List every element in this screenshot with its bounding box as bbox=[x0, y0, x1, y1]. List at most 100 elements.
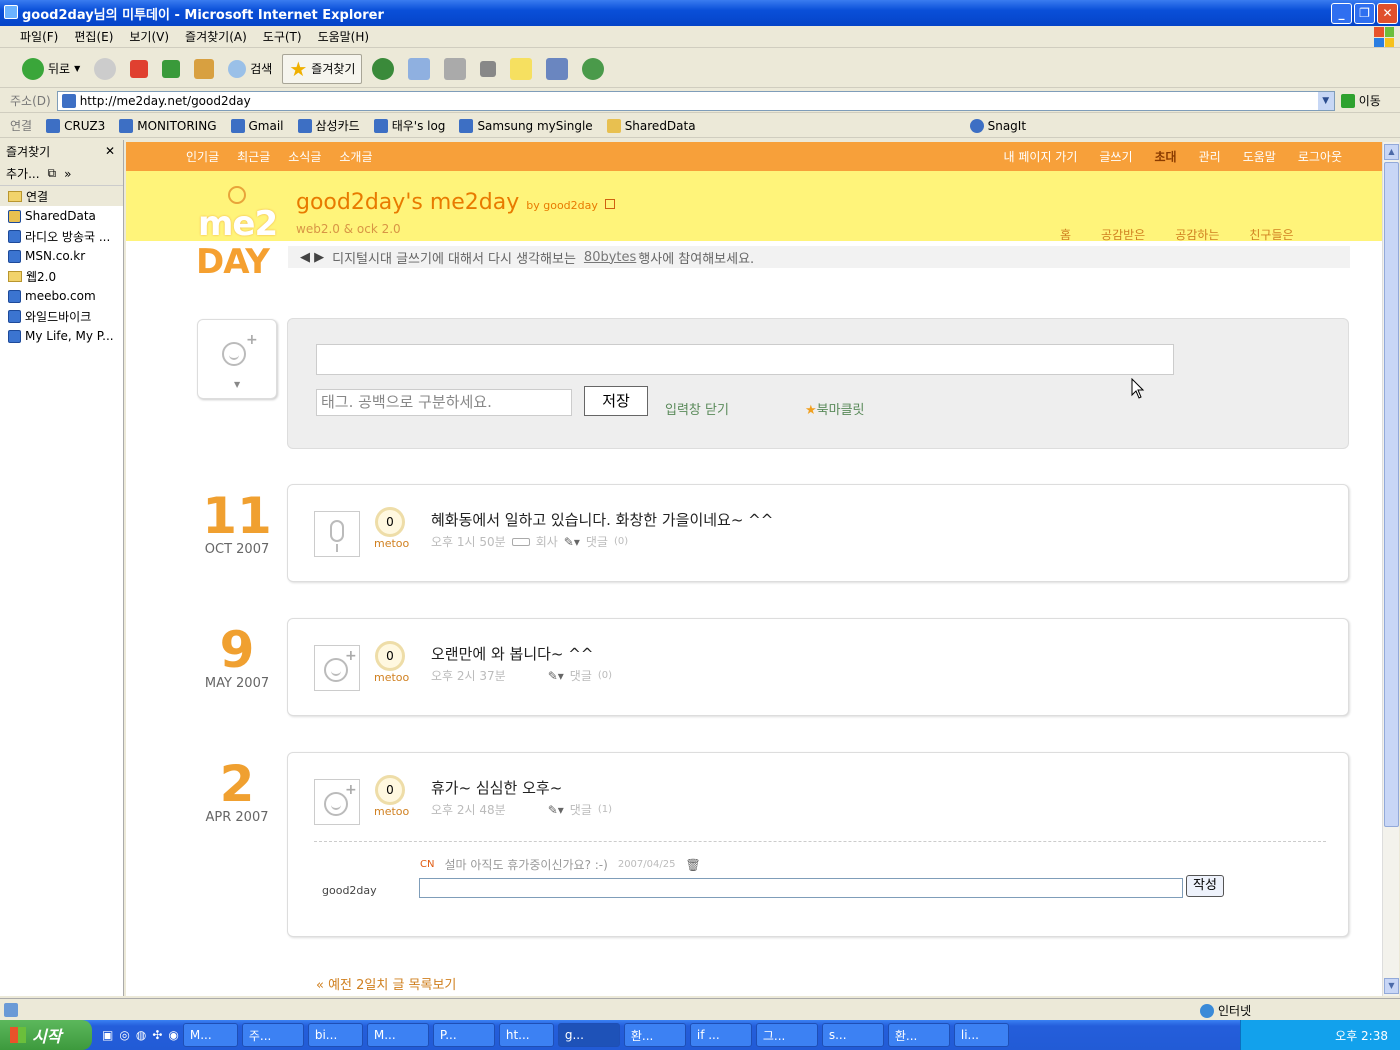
nav-popular[interactable]: 인기글 bbox=[186, 148, 219, 165]
prev-next-arrows-icon[interactable]: ◀ ▶ bbox=[300, 250, 324, 265]
nav-help[interactable]: 도움말 bbox=[1243, 148, 1276, 165]
comments-link[interactable]: 댓글 bbox=[570, 667, 592, 684]
menu-view[interactable]: 보기(V) bbox=[129, 28, 169, 45]
link-item[interactable]: Samsung mySingle bbox=[459, 118, 593, 133]
nav-my-page[interactable]: 내 페이지 가기 bbox=[1004, 148, 1078, 165]
favorite-item[interactable]: 연결 bbox=[0, 186, 123, 206]
quicklaunch-icon[interactable]: ◎ bbox=[119, 1028, 129, 1042]
taskbar-item[interactable]: 환... bbox=[887, 1023, 950, 1047]
favorite-item[interactable]: My Life, My P... bbox=[0, 326, 123, 346]
menu-tools[interactable]: 도구(T) bbox=[263, 28, 302, 45]
subnav-received[interactable]: 공감받은 bbox=[1101, 226, 1145, 243]
add-favorite-button[interactable]: 추가... bbox=[6, 165, 40, 182]
scroll-thumb[interactable] bbox=[1384, 162, 1399, 827]
favorite-item[interactable]: 웹2.0 bbox=[0, 266, 123, 286]
nav-manage[interactable]: 관리 bbox=[1199, 148, 1221, 165]
link-item[interactable]: MONITORING bbox=[119, 118, 217, 133]
taskbar-item[interactable]: g... bbox=[557, 1023, 620, 1047]
feed-icon[interactable] bbox=[604, 199, 615, 209]
quicklaunch-icon[interactable]: ◉ bbox=[168, 1028, 178, 1042]
quicklaunch-icon[interactable]: ✣ bbox=[152, 1028, 162, 1042]
older-posts-link[interactable]: « 예전 2일치 글 목록보기 bbox=[316, 974, 456, 993]
link-item[interactable]: CRUZ3 bbox=[46, 118, 105, 133]
taskbar-item[interactable]: li... bbox=[953, 1023, 1009, 1047]
favorite-item[interactable]: 와일드바이크 bbox=[0, 306, 123, 326]
snagit-button[interactable]: SnagIt bbox=[969, 118, 1026, 133]
search-button[interactable]: 검색 bbox=[224, 54, 276, 84]
back-button[interactable]: 뒤로 ▼ bbox=[18, 54, 84, 84]
menu-edit[interactable]: 편집(E) bbox=[74, 28, 113, 45]
notice-link[interactable]: 80bytes bbox=[584, 250, 636, 265]
messenger-button[interactable] bbox=[578, 54, 608, 84]
nav-write[interactable]: 글쓰기 bbox=[1099, 148, 1132, 165]
scroll-up-icon[interactable]: ▲ bbox=[1384, 144, 1399, 160]
comment-author[interactable]: CN bbox=[420, 859, 434, 870]
history-button[interactable] bbox=[368, 54, 398, 84]
close-button[interactable]: ✕ bbox=[1377, 3, 1398, 24]
start-button[interactable]: 시작 bbox=[0, 1020, 92, 1050]
nav-logout[interactable]: 로그아웃 bbox=[1298, 148, 1342, 165]
stop-button[interactable] bbox=[126, 54, 152, 84]
bookmarklet-link[interactable]: ★북마클릿 bbox=[805, 399, 865, 418]
vertical-scrollbar[interactable]: ▲ ▼ bbox=[1382, 142, 1399, 996]
minimize-button[interactable]: _ bbox=[1331, 3, 1352, 24]
trash-icon[interactable]: 🗑 bbox=[685, 858, 700, 872]
home-button[interactable] bbox=[190, 54, 218, 84]
subnav-friends[interactable]: 친구들은 bbox=[1249, 226, 1293, 243]
tag-input[interactable]: 태그. 공백으로 구분하세요. bbox=[316, 389, 572, 416]
nav-intro[interactable]: 소개글 bbox=[339, 148, 372, 165]
taskbar-item[interactable]: 환... bbox=[623, 1023, 686, 1047]
refresh-button[interactable] bbox=[158, 54, 184, 84]
taskbar-item[interactable]: if ... bbox=[689, 1023, 752, 1047]
subnav-home[interactable]: 홈 bbox=[1060, 226, 1071, 243]
organize-icon[interactable]: ⧉ bbox=[48, 166, 57, 181]
save-button[interactable]: 저장 bbox=[584, 386, 648, 416]
menu-help[interactable]: 도움말(H) bbox=[318, 28, 370, 45]
comments-link[interactable]: 댓글 bbox=[570, 801, 592, 818]
taskbar-item[interactable]: 주... bbox=[241, 1023, 304, 1047]
metoo-button[interactable]: 0 metoo bbox=[374, 507, 409, 557]
close-pane-icon[interactable]: ✕ bbox=[105, 144, 115, 158]
taskbar-item[interactable]: P... bbox=[432, 1023, 495, 1047]
print-button[interactable] bbox=[440, 54, 470, 84]
metoo-button[interactable]: 0 metoo bbox=[374, 775, 409, 825]
favorites-button[interactable]: ★ 즐겨찾기 bbox=[282, 53, 363, 84]
metoo-button[interactable]: 0 metoo bbox=[374, 641, 409, 691]
nav-recent[interactable]: 최근글 bbox=[237, 148, 270, 165]
taskbar-item[interactable]: M... bbox=[366, 1023, 429, 1047]
comment-input[interactable] bbox=[419, 878, 1183, 898]
site-owner[interactable]: by good2day bbox=[526, 199, 598, 212]
menu-favorites[interactable]: 즐겨찾기(A) bbox=[185, 28, 247, 45]
edit-button[interactable] bbox=[476, 54, 500, 84]
scroll-down-icon[interactable]: ▼ bbox=[1384, 978, 1399, 994]
link-item[interactable]: 삼성카드 bbox=[297, 117, 360, 134]
post-input[interactable] bbox=[316, 344, 1174, 375]
link-item[interactable]: 태우's log bbox=[373, 117, 445, 134]
link-item[interactable]: Gmail bbox=[230, 118, 284, 133]
research-button[interactable] bbox=[542, 54, 572, 84]
favorite-item[interactable]: meebo.com bbox=[0, 286, 123, 306]
taskbar-item[interactable]: bi... bbox=[307, 1023, 363, 1047]
taskbar-item[interactable]: 그... bbox=[755, 1023, 818, 1047]
quicklaunch-icon[interactable]: ▣ bbox=[102, 1028, 113, 1042]
taskbar-item[interactable]: s... bbox=[821, 1023, 884, 1047]
quicklaunch-icon[interactable]: ◍ bbox=[136, 1028, 146, 1042]
restore-button[interactable]: ❐ bbox=[1354, 3, 1375, 24]
mail-button[interactable] bbox=[404, 54, 434, 84]
clock[interactable]: 오후 2:38 bbox=[1335, 1027, 1388, 1044]
close-input-link[interactable]: 입력창 닫기 bbox=[665, 399, 729, 418]
menu-file[interactable]: 파일(F) bbox=[20, 28, 58, 45]
taskbar-item[interactable]: M... bbox=[182, 1023, 238, 1047]
nav-invite[interactable]: 초대 bbox=[1155, 148, 1177, 165]
favorite-item[interactable]: MSN.co.kr bbox=[0, 246, 123, 266]
address-dropdown-icon[interactable]: ▼ bbox=[1317, 91, 1334, 110]
more-icon[interactable]: » bbox=[64, 167, 71, 181]
comments-link[interactable]: 댓글 bbox=[586, 533, 608, 550]
address-input[interactable]: http://me2day.net/good2day ▼ bbox=[56, 90, 1335, 111]
favorite-item[interactable]: SharedData bbox=[0, 206, 123, 226]
notes-button[interactable] bbox=[506, 54, 536, 84]
forward-button[interactable] bbox=[90, 54, 120, 84]
me2day-logo[interactable]: me2 DAY bbox=[196, 186, 278, 282]
go-button[interactable]: 이동 bbox=[1340, 92, 1381, 109]
post-type-selector[interactable]: + ▼ bbox=[197, 319, 277, 399]
